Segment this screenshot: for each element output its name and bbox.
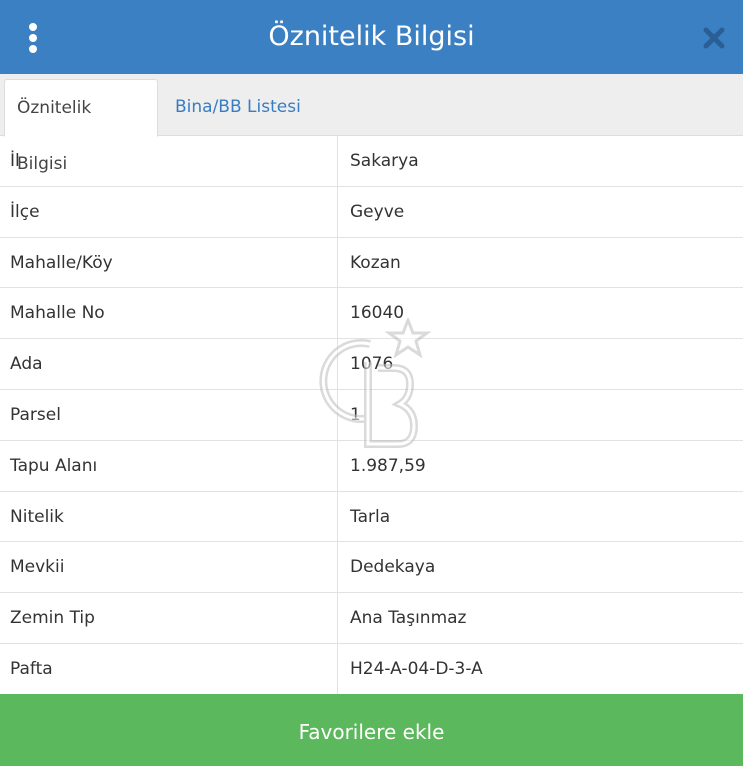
tab-bar: Öznitelik Bilgisi Bina/BB Listesi xyxy=(0,74,743,174)
tab-attribute-info[interactable]: Öznitelik Bilgisi xyxy=(4,79,158,174)
attribute-table: İl Sakarya İlçe Geyve Mahalle/Köy Kozan Mahall… xyxy=(0,136,743,695)
attribute-label: Mahalle No xyxy=(10,303,105,324)
column-divider xyxy=(337,288,338,339)
attribute-value: Tarla xyxy=(350,506,391,527)
table-row: İlçe Geyve xyxy=(0,186,743,238)
attribute-label: Mahalle/Köy xyxy=(10,252,113,273)
attribute-value: Geyve xyxy=(350,201,405,222)
column-divider xyxy=(337,643,338,694)
panel-title: Öznitelik Bilgisi xyxy=(268,21,475,52)
attribute-value: 1 xyxy=(350,404,361,425)
attribute-label: Tapu Alanı xyxy=(10,455,98,476)
column-divider xyxy=(337,389,338,440)
column-divider xyxy=(337,440,338,491)
attribute-label: Nitelik xyxy=(10,506,64,527)
table-row: Tapu Alanı 1.987,59 xyxy=(0,440,743,492)
panel-header: Öznitelik Bilgisi xyxy=(0,0,743,74)
attribute-value: 1076 xyxy=(350,354,394,375)
column-divider xyxy=(337,593,338,643)
attribute-value: H24-A-04-D-3-A xyxy=(350,658,483,679)
attribute-label: Mevkii xyxy=(10,557,65,578)
add-to-favorites-button[interactable]: Favorilere ekle xyxy=(0,694,743,766)
attribute-label: Zemin Tip xyxy=(10,608,95,629)
attribute-label: Ada xyxy=(10,354,43,375)
attribute-value: Sakarya xyxy=(350,151,419,171)
attribute-label: İl xyxy=(10,151,20,171)
table-row: İl Sakarya xyxy=(0,136,743,187)
table-row: Mevkii Dedekaya xyxy=(0,542,743,594)
column-divider xyxy=(337,339,338,389)
attribute-value: Dedekaya xyxy=(350,557,436,578)
table-row: Ada 1076 xyxy=(0,339,743,390)
table-row: Mahalle/Köy Kozan xyxy=(0,237,743,289)
attribute-label: Parsel xyxy=(10,404,61,425)
attribute-info-panel: Öznitelik Bilgisi Öznitelik Bilgisi Bina… xyxy=(0,0,743,766)
table-row: Parsel 1 xyxy=(0,389,743,441)
attribute-value: Kozan xyxy=(350,252,401,273)
attribute-value: Ana Taşınmaz xyxy=(350,608,467,629)
column-divider xyxy=(337,186,338,237)
column-divider xyxy=(337,136,338,186)
column-divider xyxy=(337,542,338,593)
attribute-value: 1.987,59 xyxy=(350,455,426,476)
table-row: Pafta H24-A-04-D-3-A xyxy=(0,643,743,695)
attribute-label: Pafta xyxy=(10,658,53,679)
table-row: Zemin Tip Ana Taşınmaz xyxy=(0,593,743,644)
attribute-label: İlçe xyxy=(10,201,40,222)
table-row: Nitelik Tarla xyxy=(0,491,743,543)
tab-building-list[interactable]: Bina/BB Listesi xyxy=(163,79,313,136)
column-divider xyxy=(337,491,338,542)
column-divider xyxy=(337,237,338,288)
table-row: Mahalle No 16040 xyxy=(0,288,743,340)
attribute-value: 16040 xyxy=(350,303,405,324)
close-icon[interactable] xyxy=(702,26,726,50)
